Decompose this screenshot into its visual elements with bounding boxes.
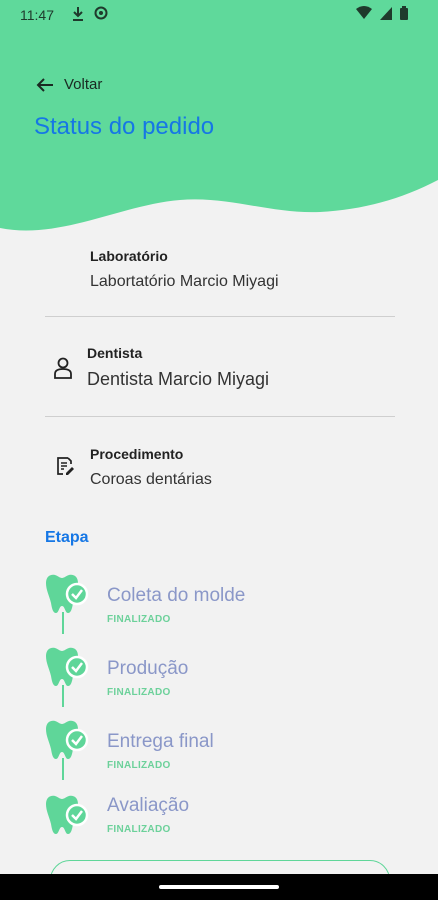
step-status: FINALIZADO xyxy=(107,824,171,835)
status-bar: 11:47 xyxy=(0,0,438,30)
step-status: FINALIZADO xyxy=(107,687,171,698)
procedimento-section: Procedimento Coroas dentárias xyxy=(90,446,212,489)
laboratorio-value: Labortatório Marcio Miyagi xyxy=(90,273,279,290)
person-icon xyxy=(54,357,72,379)
home-gesture-handle[interactable] xyxy=(159,885,279,889)
wifi-icon xyxy=(356,6,372,19)
procedimento-label: Procedimento xyxy=(90,446,184,462)
step-status: FINALIZADO xyxy=(107,760,171,771)
arrow-left-icon xyxy=(36,77,53,92)
app-notification-icon xyxy=(94,6,108,20)
back-label: Voltar xyxy=(64,76,103,93)
step-name: Coleta do molde xyxy=(107,585,246,606)
tooth-check-icon xyxy=(46,795,89,834)
tooth-check-icon xyxy=(46,647,89,686)
step-name: Produção xyxy=(107,658,189,679)
dentista-label: Dentista xyxy=(87,345,143,361)
step-connector xyxy=(62,758,64,780)
system-navigation-bar xyxy=(0,874,438,900)
page-title: Status do pedido xyxy=(34,113,215,140)
step-name: Avaliação xyxy=(107,795,190,816)
signal-icon xyxy=(380,6,392,20)
dentista-value: Dentista Marcio Miyagi xyxy=(87,369,270,389)
tooth-check-icon xyxy=(46,720,89,759)
step-connector xyxy=(62,612,64,634)
status-time: 11:47 xyxy=(20,7,54,23)
divider xyxy=(45,416,395,417)
back-button[interactable]: Voltar xyxy=(36,76,102,93)
divider xyxy=(45,316,395,317)
step-name: Entrega final xyxy=(107,731,214,752)
battery-icon xyxy=(400,6,408,20)
dentista-section: Dentista Dentista Marcio Miyagi xyxy=(87,345,269,390)
laboratorio-section: Laboratório Labortatório Marcio Miyagi xyxy=(90,248,279,291)
document-edit-icon xyxy=(57,457,74,475)
tooth-check-icon xyxy=(46,574,89,613)
etapa-heading: Etapa xyxy=(45,529,89,546)
procedimento-value: Coroas dentárias xyxy=(90,471,212,488)
step-connector xyxy=(62,685,64,707)
step-status: FINALIZADO xyxy=(107,614,171,625)
laboratorio-label: Laboratório xyxy=(90,248,168,264)
download-icon xyxy=(73,7,83,21)
